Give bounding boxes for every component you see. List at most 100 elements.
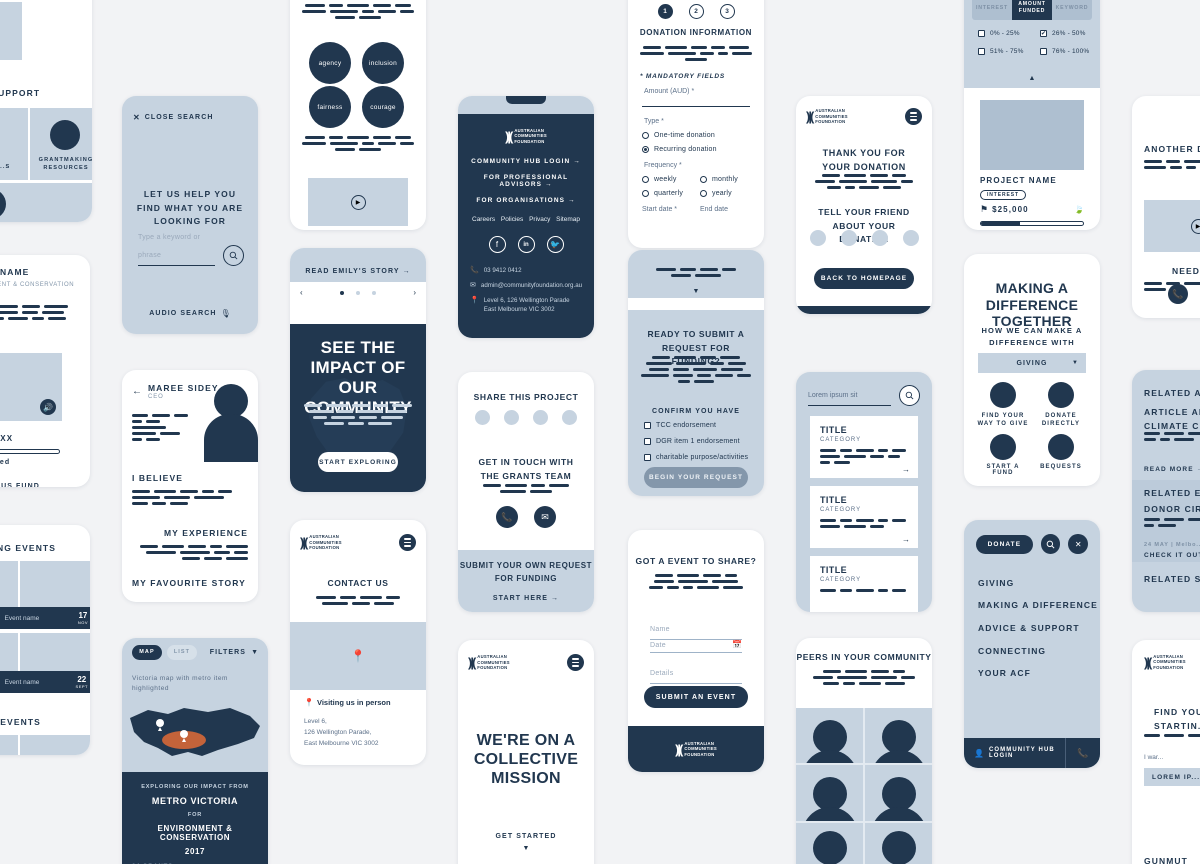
read-more-link[interactable]: READ MORE → bbox=[1144, 466, 1200, 473]
radio-one-time[interactable] bbox=[642, 132, 649, 139]
arrow-right-icon[interactable]: → bbox=[902, 465, 910, 474]
event-date-input[interactable]: Date 📅 bbox=[650, 640, 742, 653]
difference-select[interactable]: GIVING ▼ bbox=[978, 353, 1086, 373]
acf-logo[interactable]: )|( AUSTRALIAN COMMUNITIES FOUNDATION bbox=[468, 128, 584, 144]
tab-map[interactable]: MAP bbox=[132, 644, 162, 660]
arrow-left-icon[interactable]: ← bbox=[132, 386, 142, 397]
nav-link-making-a-difference[interactable]: MAKING A DIFFERENCE bbox=[978, 600, 1098, 610]
nav-link-your-acf[interactable]: YOUR ACF bbox=[978, 668, 1031, 678]
frequency-option-weekly[interactable]: weekly bbox=[642, 176, 677, 183]
radio-yearly[interactable] bbox=[700, 190, 707, 197]
acf-logo[interactable]: )|( AUSTRALIAN COMMUNITIES FOUNDATION bbox=[806, 108, 848, 124]
tab-list[interactable]: LIST bbox=[167, 644, 197, 660]
close-icon[interactable]: ✕ bbox=[1068, 534, 1088, 554]
filter-51-75[interactable]: 51% - 75% bbox=[978, 48, 1024, 55]
search-input[interactable]: Type a keyword or phrase bbox=[138, 226, 215, 266]
footer-email-row[interactable]: ✉ admin@communityfoundation.org.au bbox=[468, 281, 584, 290]
share-icon-4[interactable] bbox=[902, 230, 919, 246]
value-circle-inclusion[interactable]: inclusion bbox=[362, 42, 404, 84]
radio-quarterly[interactable] bbox=[642, 190, 649, 197]
video-placeholder[interactable]: ▶ bbox=[1144, 200, 1200, 252]
chevron-left-icon[interactable]: ‹ bbox=[300, 288, 303, 297]
value-circle-fairness[interactable]: fairness bbox=[309, 86, 351, 128]
story-cta-banner[interactable]: READ EMILY'S STORY → bbox=[290, 248, 426, 282]
search-icon[interactable] bbox=[899, 385, 920, 406]
tile-icon-find-your-way[interactable] bbox=[990, 382, 1016, 408]
acf-logo[interactable]: )|( AUSTRALIAN COMMUNITIES FOUNDATION bbox=[1144, 654, 1186, 670]
result-card[interactable]: TITLE CATEGORY → bbox=[810, 416, 918, 478]
value-circle-agency[interactable]: agency bbox=[309, 42, 351, 84]
checkbox[interactable] bbox=[644, 422, 651, 429]
hamburger-icon[interactable] bbox=[567, 654, 584, 671]
share-icon-1[interactable] bbox=[809, 230, 826, 246]
type-option-one-time[interactable]: One-time donation bbox=[642, 132, 715, 139]
share-icon-2[interactable] bbox=[840, 230, 857, 246]
share-icon-3[interactable] bbox=[871, 230, 888, 246]
chevron-up-icon[interactable]: ▲ bbox=[964, 75, 1100, 82]
footer-link-organisations[interactable]: FOR ORGANISATIONS → bbox=[468, 197, 584, 204]
contact-map[interactable]: 📍 bbox=[290, 622, 426, 690]
checkbox[interactable] bbox=[644, 438, 651, 445]
acf-logo[interactable]: )|( AUSTRALIAN COMMUNITIES FOUNDATION bbox=[300, 534, 342, 550]
support-tile-2[interactable]: GRANTMAKING RESOURCES bbox=[30, 108, 92, 180]
checkbox-charitable[interactable]: charitable purpose/activities bbox=[644, 454, 748, 461]
begin-request-button[interactable]: BEGIN YOUR REQUEST bbox=[644, 467, 748, 488]
linkedin-icon[interactable]: in bbox=[517, 236, 535, 254]
phone-icon[interactable]: 📞 bbox=[496, 506, 518, 528]
submit-event-button[interactable]: SUBMIT AN EVENT bbox=[644, 686, 748, 708]
share-icon-4[interactable] bbox=[562, 410, 577, 425]
radio-monthly[interactable] bbox=[700, 176, 707, 183]
chevron-down-icon[interactable]: ▼ bbox=[628, 288, 764, 295]
chevron-right-icon[interactable]: › bbox=[413, 288, 416, 297]
carousel-dot[interactable] bbox=[356, 290, 360, 295]
twitter-icon[interactable]: 🐦 bbox=[546, 236, 564, 254]
share-icon-3[interactable] bbox=[533, 410, 548, 425]
event-name-input[interactable]: Name bbox=[650, 618, 742, 640]
back-to-homepage-button[interactable]: BACK TO HOMEPAGE bbox=[814, 268, 914, 289]
arrow-right-icon[interactable]: → bbox=[902, 535, 910, 544]
chevron-down-icon[interactable]: ▼ bbox=[458, 845, 594, 852]
chevron-down-icon[interactable]: ▼ bbox=[251, 649, 258, 656]
support-tile-3[interactable]: ...OFESSIONAL ADVISORS bbox=[0, 183, 92, 222]
result-card[interactable]: TITLE CATEGORY → bbox=[810, 486, 918, 548]
tile-icon-donate-directly[interactable] bbox=[1048, 382, 1074, 408]
peer-avatar[interactable] bbox=[796, 765, 863, 821]
footer-phone-row[interactable]: 📞 03 9412 0412 bbox=[468, 266, 584, 275]
frequency-option-monthly[interactable]: monthly bbox=[700, 176, 738, 183]
tab-interest[interactable]: INTEREST bbox=[972, 0, 1012, 20]
link-privacy[interactable]: Privacy bbox=[529, 216, 550, 223]
tab-amount-funded[interactable]: AMOUNT FUNDED bbox=[1012, 0, 1052, 20]
hub-login-button[interactable]: 👤 COMMUNITY HUB LOGIN bbox=[964, 747, 1065, 759]
peer-avatar[interactable] bbox=[865, 822, 932, 864]
acf-logo[interactable]: )|( AUSTRALIAN COMMUNITIES FOUNDATION bbox=[675, 741, 717, 757]
value-circle-courage[interactable]: courage bbox=[362, 86, 404, 128]
amount-input[interactable] bbox=[642, 106, 750, 107]
project-card-image[interactable] bbox=[980, 100, 1084, 170]
project-media[interactable]: 🔊 bbox=[0, 353, 62, 421]
start-here-cta[interactable]: START HERE → bbox=[493, 595, 559, 602]
result-card[interactable]: TITLE CATEGORY bbox=[810, 556, 918, 612]
checkbox[interactable] bbox=[1040, 30, 1047, 37]
donate-button[interactable]: DONATE bbox=[976, 534, 1033, 554]
checkbox[interactable] bbox=[978, 48, 985, 55]
support-tile-1[interactable]: ...ION ...S bbox=[0, 108, 28, 180]
checkbox[interactable] bbox=[978, 30, 985, 37]
search-icon[interactable] bbox=[223, 245, 244, 266]
share-icon-1[interactable] bbox=[475, 410, 490, 425]
filter-76-100[interactable]: 76% - 100% bbox=[1040, 48, 1089, 55]
volume-icon[interactable]: 🔊 bbox=[40, 399, 56, 415]
carousel-dot[interactable] bbox=[372, 290, 376, 295]
map-area[interactable]: Victoria map with metro item highlighted bbox=[122, 666, 268, 772]
share-icon-2[interactable] bbox=[504, 410, 519, 425]
link-careers[interactable]: Careers bbox=[472, 216, 495, 223]
filter-0-25[interactable]: 0% - 25% bbox=[978, 30, 1020, 37]
nav-link-giving[interactable]: GIVING bbox=[978, 578, 1014, 588]
tile-icon-start-a-fund[interactable] bbox=[990, 434, 1016, 460]
frequency-option-quarterly[interactable]: quarterly bbox=[642, 190, 683, 197]
link-sitemap[interactable]: Sitemap bbox=[556, 216, 580, 223]
video-placeholder[interactable]: ▶ bbox=[308, 178, 408, 226]
hamburger-icon[interactable] bbox=[399, 534, 416, 551]
start-exploring-button[interactable]: START EXPLORING bbox=[318, 452, 398, 472]
step-3[interactable]: 3 bbox=[719, 4, 735, 19]
nav-link-advice-support[interactable]: ADVICE & SUPPORT bbox=[978, 623, 1080, 633]
